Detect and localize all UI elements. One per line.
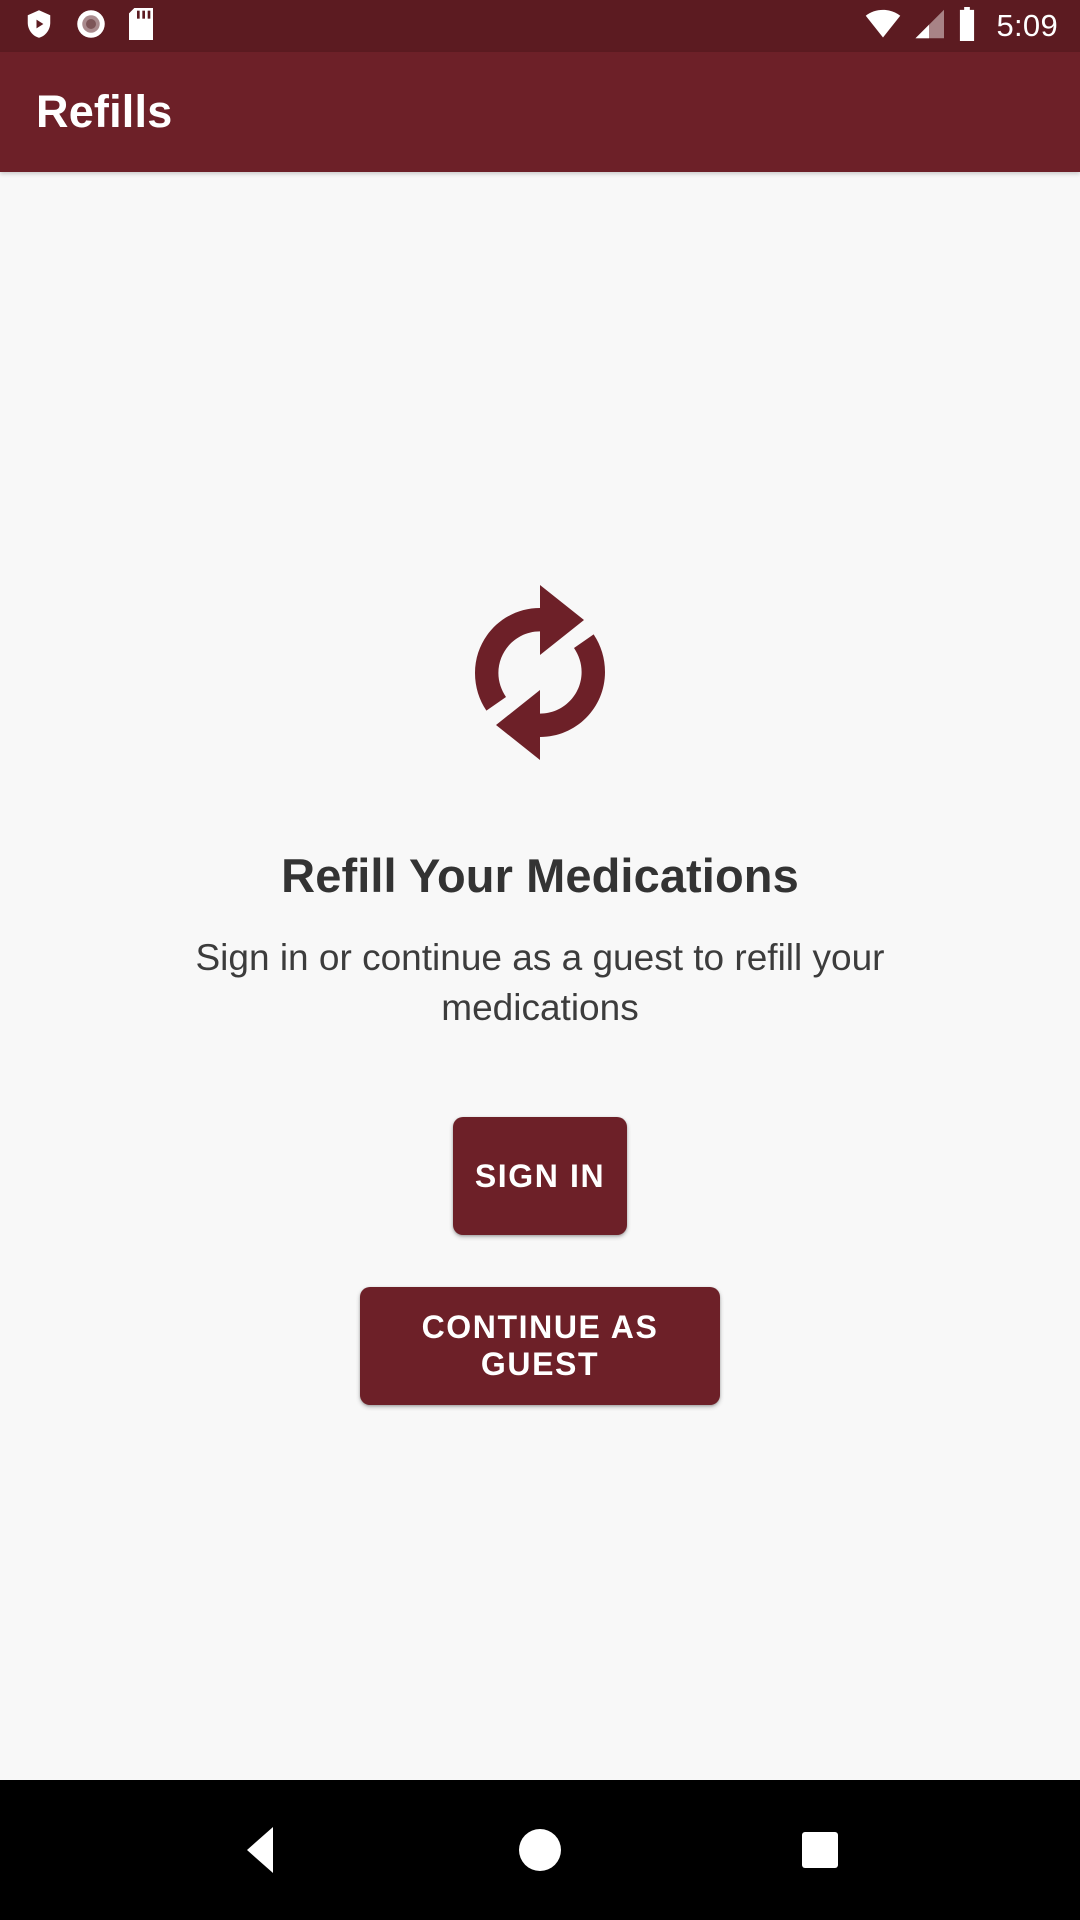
status-bar: 5:09 [0, 0, 1080, 52]
page-title: Refills [36, 86, 173, 137]
system-navigation-bar [0, 1780, 1080, 1920]
sd-card-icon [128, 7, 154, 45]
sign-in-button[interactable]: SIGN IN [453, 1117, 627, 1235]
status-bar-right-icons: 5:09 [864, 6, 1058, 46]
nav-back-button[interactable] [195, 1780, 325, 1920]
cellular-signal-icon [912, 9, 946, 44]
status-bar-clock: 5:09 [996, 8, 1058, 43]
nav-recents-button[interactable] [755, 1780, 885, 1920]
status-bar-left-icons [24, 7, 154, 45]
play-protect-shield-icon [24, 8, 54, 45]
phone-screen: 5:09 Refills Refill Your Medications Sig… [0, 0, 1080, 1920]
wifi-icon [864, 9, 902, 44]
auth-button-group: SIGN IN CONTINUE AS GUEST [360, 1117, 720, 1405]
continue-as-guest-button[interactable]: CONTINUE AS GUEST [360, 1287, 720, 1405]
record-circle-icon [76, 9, 106, 44]
battery-icon [956, 6, 978, 46]
refresh-sync-icon [440, 572, 640, 812]
headline: Refill Your Medications [281, 849, 799, 902]
subheadline: Sign in or continue as a guest to refill… [195, 937, 885, 1028]
main-content: Refill Your Medications Sign in or conti… [0, 172, 1080, 1780]
nav-home-button[interactable] [475, 1780, 605, 1920]
triangle-left-icon [247, 1827, 273, 1873]
circle-icon [519, 1829, 561, 1871]
app-bar: Refills [0, 52, 1080, 172]
square-icon [802, 1832, 838, 1868]
